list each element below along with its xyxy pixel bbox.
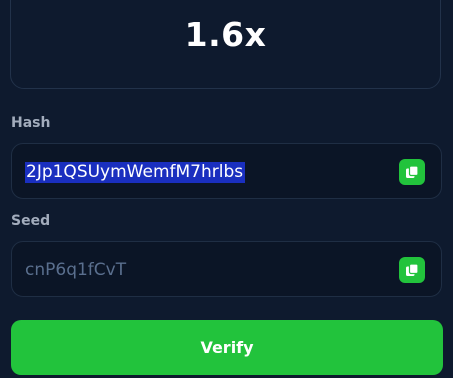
copy-hash-button[interactable] (399, 159, 425, 185)
copy-icon (406, 263, 419, 276)
hash-value[interactable]: 2Jp1QSUymWemfM7hrlbs (25, 162, 246, 183)
copy-icon (406, 165, 419, 178)
hash-label: Hash (11, 115, 51, 131)
verify-panel: 1.6x Hash 2Jp1QSUymWemfM7hrlbs Seed cnP6… (0, 0, 453, 378)
seed-field[interactable]: cnP6q1fCvT (11, 241, 442, 297)
verify-button[interactable]: Verify (11, 320, 443, 375)
hash-field[interactable]: 2Jp1QSUymWemfM7hrlbs (11, 143, 442, 199)
multiplier-card: 1.6x (10, 0, 441, 89)
copy-seed-button[interactable] (399, 257, 425, 283)
multiplier-value: 1.6x (184, 15, 267, 54)
seed-value[interactable]: cnP6q1fCvT (25, 260, 126, 280)
seed-label: Seed (11, 213, 51, 229)
